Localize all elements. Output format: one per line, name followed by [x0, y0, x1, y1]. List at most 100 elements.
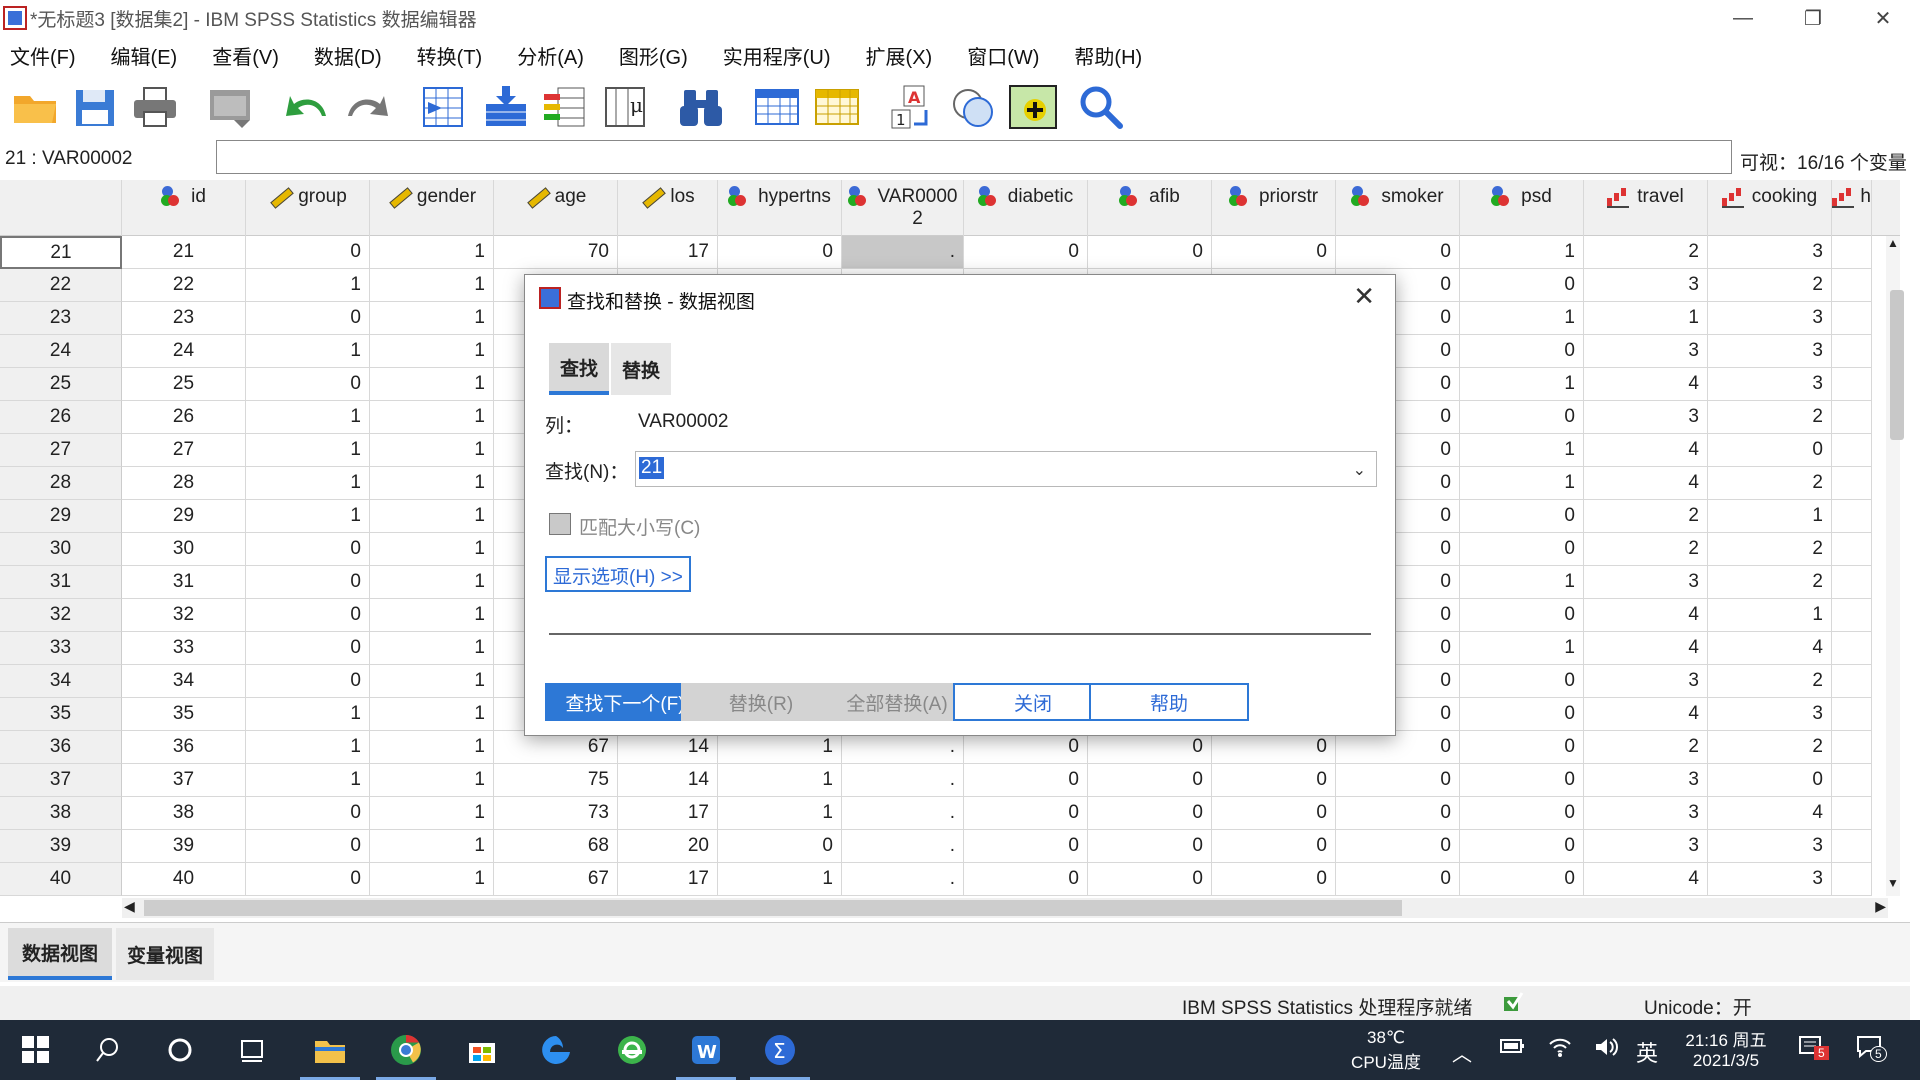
table-cell[interactable] [1832, 467, 1872, 500]
table-cell[interactable]: 0 [964, 797, 1088, 830]
table-cell[interactable]: 17 [618, 236, 718, 269]
table-cell[interactable]: 1 [246, 698, 370, 731]
table-cell[interactable]: 0 [1336, 764, 1460, 797]
table-cell[interactable]: 1 [370, 797, 494, 830]
table-cell[interactable] [1832, 599, 1872, 632]
table-cell[interactable]: 3 [1708, 236, 1832, 269]
table-cell[interactable]: 0 [1460, 797, 1584, 830]
menu-data[interactable]: 数据(D) [304, 41, 392, 70]
table-cell[interactable]: 2 [1708, 665, 1832, 698]
table-cell[interactable]: 25 [122, 368, 246, 401]
table-cell[interactable]: 2 [1708, 533, 1832, 566]
table-cell[interactable]: 1 [370, 863, 494, 896]
table-cell[interactable]: 4 [1708, 632, 1832, 665]
column-header-0[interactable]: id [122, 180, 246, 236]
table-cell[interactable]: 0 [1708, 434, 1832, 467]
table-cell[interactable]: 68 [494, 830, 618, 863]
table-cell[interactable]: 0 [1212, 764, 1336, 797]
table-cell[interactable]: 1 [1708, 599, 1832, 632]
tab-find[interactable]: 查找 [549, 343, 609, 395]
table-cell[interactable]: 4 [1584, 632, 1708, 665]
table-cell[interactable]: 1 [370, 533, 494, 566]
table-cell[interactable]: 1 [370, 368, 494, 401]
table-cell[interactable]: 0 [1460, 698, 1584, 731]
row-header[interactable]: 24 [0, 335, 122, 368]
table-cell[interactable]: 14 [618, 764, 718, 797]
table-cell[interactable]: . [842, 797, 964, 830]
goto-case-icon[interactable] [418, 82, 468, 132]
tab-variable-view[interactable]: 变量视图 [116, 928, 214, 980]
table-cell[interactable]: 0 [964, 863, 1088, 896]
variables-icon[interactable] [540, 82, 590, 132]
table-cell[interactable]: 0 [1460, 665, 1584, 698]
menu-utilities[interactable]: 实用程序(U) [713, 41, 841, 70]
tab-replace[interactable]: 替换 [611, 343, 671, 395]
open-folder-icon[interactable] [10, 82, 60, 132]
table-cell[interactable]: 1 [370, 269, 494, 302]
table-cell[interactable]: 1 [246, 467, 370, 500]
table-cell[interactable]: 0 [1460, 830, 1584, 863]
column-header-8[interactable]: afib [1088, 180, 1212, 236]
split-file-icon[interactable]: A1 [888, 82, 938, 132]
table-cell[interactable]: 0 [1460, 863, 1584, 896]
ime-indicator[interactable]: 英 [1636, 1036, 1658, 1068]
run-descriptives-icon[interactable]: μ [600, 82, 650, 132]
goto-variable-icon[interactable] [480, 82, 530, 132]
table-cell[interactable]: 0 [964, 236, 1088, 269]
search-icon[interactable] [88, 1030, 128, 1070]
menu-window[interactable]: 窗口(W) [957, 41, 1049, 70]
table-cell[interactable]: 23 [122, 302, 246, 335]
table-cell[interactable]: 1 [370, 731, 494, 764]
table-cell[interactable]: 1 [370, 566, 494, 599]
table-cell[interactable]: 1 [370, 302, 494, 335]
table-cell[interactable]: 1 [370, 236, 494, 269]
table-cell[interactable]: 1 [1708, 500, 1832, 533]
save-icon[interactable] [70, 82, 120, 132]
table-cell[interactable]: 3 [1584, 401, 1708, 434]
row-header[interactable]: 30 [0, 533, 122, 566]
table-cell[interactable]: 1 [246, 764, 370, 797]
table-cell[interactable]: 1 [246, 269, 370, 302]
close-icon[interactable]: ✕ [1353, 281, 1375, 312]
table-cell[interactable]: 26 [122, 401, 246, 434]
value-labels-icon[interactable] [948, 82, 998, 132]
table-cell[interactable]: 1 [370, 599, 494, 632]
column-header-1[interactable]: group [246, 180, 370, 236]
table-cell[interactable]: 1 [246, 434, 370, 467]
table-cell[interactable]: 0 [1460, 731, 1584, 764]
table-cell[interactable]: 0 [1460, 335, 1584, 368]
table-cell[interactable]: 3 [1584, 665, 1708, 698]
table-cell[interactable]: 2 [1708, 269, 1832, 302]
table-cell[interactable]: 73 [494, 797, 618, 830]
table-cell[interactable] [1832, 632, 1872, 665]
action-center-icon[interactable]: 5 [1856, 1034, 1887, 1065]
table-cell[interactable]: 20 [618, 830, 718, 863]
table-cell[interactable]: 0 [246, 632, 370, 665]
table-cell[interactable]: 1 [246, 731, 370, 764]
table-cell[interactable]: . [842, 236, 964, 269]
table-cell[interactable] [1832, 731, 1872, 764]
column-header-10[interactable]: smoker [1336, 180, 1460, 236]
table-cell[interactable]: 0 [1460, 401, 1584, 434]
table-cell[interactable] [1832, 500, 1872, 533]
table-cell[interactable] [1832, 269, 1872, 302]
table-cell[interactable]: 0 [718, 236, 842, 269]
table-cell[interactable]: 2 [1584, 236, 1708, 269]
table-cell[interactable] [1832, 797, 1872, 830]
table-cell[interactable]: 1 [370, 764, 494, 797]
table-cell[interactable]: 67 [494, 863, 618, 896]
table-cell[interactable]: 75 [494, 764, 618, 797]
table-cell[interactable] [1832, 302, 1872, 335]
volume-icon[interactable] [1594, 1036, 1618, 1063]
table-cell[interactable]: 0 [246, 797, 370, 830]
table-cell[interactable]: . [842, 764, 964, 797]
table-cell[interactable]: 1 [370, 500, 494, 533]
table-cell[interactable] [1832, 764, 1872, 797]
chrome-icon[interactable] [376, 1030, 436, 1080]
menu-help[interactable]: 帮助(H) [1064, 41, 1152, 70]
table-cell[interactable]: 2 [1708, 401, 1832, 434]
table-cell[interactable]: 2 [1584, 500, 1708, 533]
table-cell[interactable]: 2 [1584, 731, 1708, 764]
cell-editor-input[interactable] [216, 140, 1732, 174]
row-header[interactable]: 29 [0, 500, 122, 533]
